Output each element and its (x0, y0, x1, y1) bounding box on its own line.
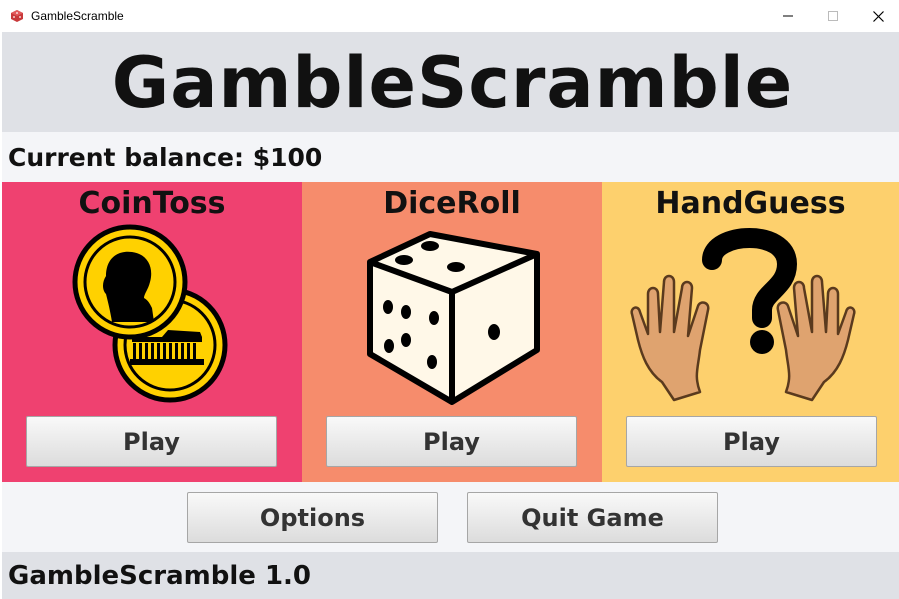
game-panel-handguess: HandGuess Play (602, 182, 899, 482)
current-balance: Current balance: $100 (8, 143, 323, 172)
game-title-diceroll: DiceRoll (383, 186, 521, 221)
game-title-handguess: HandGuess (655, 186, 846, 221)
game-panel-cointoss: CoinToss Play (2, 182, 302, 482)
balance-bar: Current balance: $100 (2, 132, 899, 182)
actions-bar: Options Quit Game (2, 482, 899, 552)
hand-guess-icon (630, 228, 856, 402)
footer-bar: GambleScramble 1.0 (2, 552, 899, 599)
quit-game-button[interactable]: Quit Game (467, 492, 718, 543)
window-title-bar: GambleScramble (0, 0, 899, 32)
close-icon (872, 10, 884, 22)
game-panel-diceroll: DiceRoll Play (302, 182, 602, 482)
play-handguess-button[interactable]: Play (626, 416, 877, 467)
app-title: GambleScramble (111, 42, 794, 124)
header-banner: GambleScramble (2, 32, 899, 132)
play-cointoss-button[interactable]: Play (26, 416, 277, 467)
coin-toss-icon (72, 224, 228, 403)
maximize-button[interactable] (810, 0, 856, 32)
version-label: GambleScramble 1.0 (8, 561, 311, 591)
play-diceroll-button[interactable]: Play (326, 416, 577, 467)
dice-icon (367, 231, 540, 405)
window-title: GambleScramble (31, 9, 124, 23)
app-dice-icon (11, 10, 23, 22)
game-title-cointoss: CoinToss (78, 186, 226, 221)
options-button[interactable]: Options (187, 492, 438, 543)
maximize-icon (828, 11, 838, 21)
minimize-icon (783, 15, 793, 17)
close-button[interactable] (855, 0, 899, 32)
minimize-button[interactable] (765, 0, 811, 32)
